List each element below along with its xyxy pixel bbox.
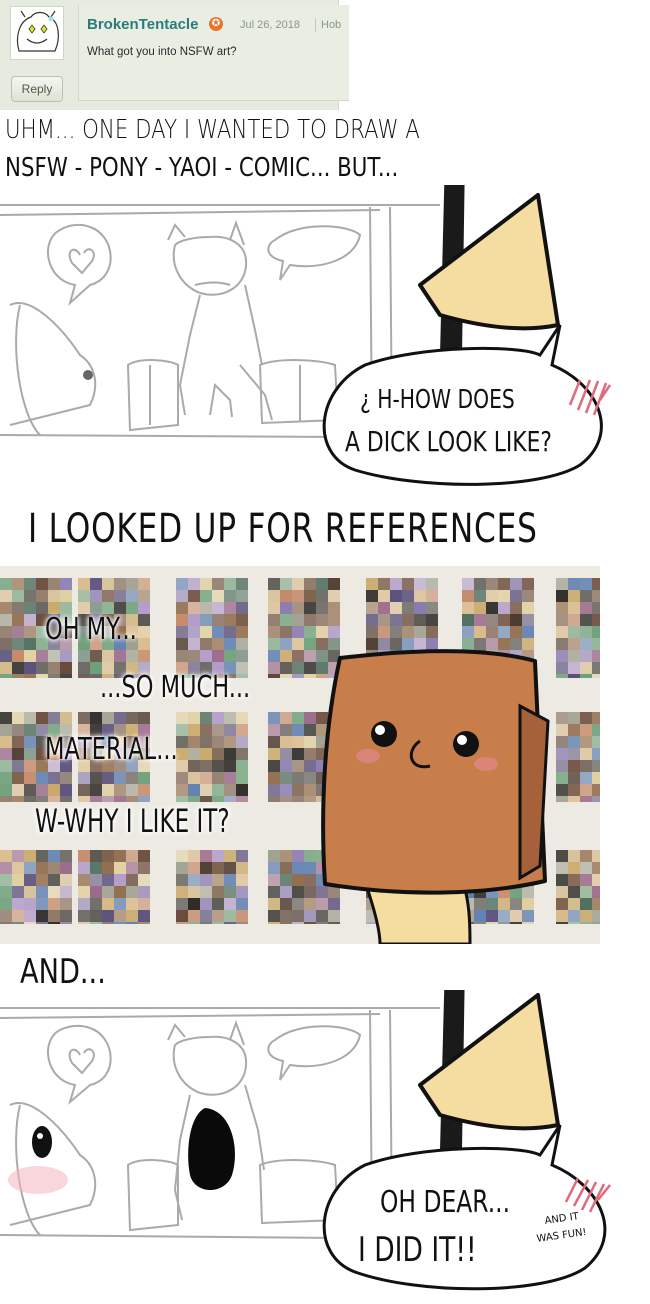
comic-panel-done: OH DEAR... I DID IT!! AND IT WAS FUN! [0,960,650,1300]
speech-bubble-line1: OH DEAR... [380,1185,511,1220]
panel-text-oh-my: OH MY... [45,612,137,647]
speech-bubble-line2: A DICK LOOK LIKE? [345,425,553,458]
reply-button[interactable]: Reply [11,76,63,102]
panel-text-why-like: W-WHY I LIKE IT? [35,802,230,840]
panel-text-material: MATERIAL... [45,732,178,767]
comic-panel-references: OH MY... ...SO MUCH... MATERIAL... W-WHY… [0,566,600,944]
divider [315,18,316,32]
caption-and: AND... [20,952,106,992]
comment-date[interactable]: Jul 26, 2018 [240,19,300,31]
panel-text-so-much: ...SO MUCH... [100,670,251,705]
user-avatar[interactable] [10,6,64,60]
comment-text: What got you into NSFW art? [87,46,237,58]
comment-card: Reply BrokenTentacle ✪ Jul 26, 2018 Hob … [0,0,349,110]
caption-intro-line2: NSFW - PONY - YAOI - COMIC... BUT... [5,153,399,183]
comment-body: BrokenTentacle ✪ Jul 26, 2018 Hob What g… [78,5,349,101]
comic-panel-sketch: ¿ H-HOW DOES A DICK LOOK LIKE? [0,155,650,495]
speech-bubble-line1: ¿ H-HOW DOES [360,385,515,415]
caption-references: I LOOKED UP FOR REFERENCES [28,506,538,552]
comment-extra: Hob [321,19,342,31]
caption-intro-line1: UHM... ONE DAY I WANTED TO DRAW A [5,115,420,145]
username-link[interactable]: BrokenTentacle [87,16,198,33]
star-badge-icon: ✪ [209,17,223,31]
speech-bubble-line2: I DID IT!! [358,1230,477,1270]
